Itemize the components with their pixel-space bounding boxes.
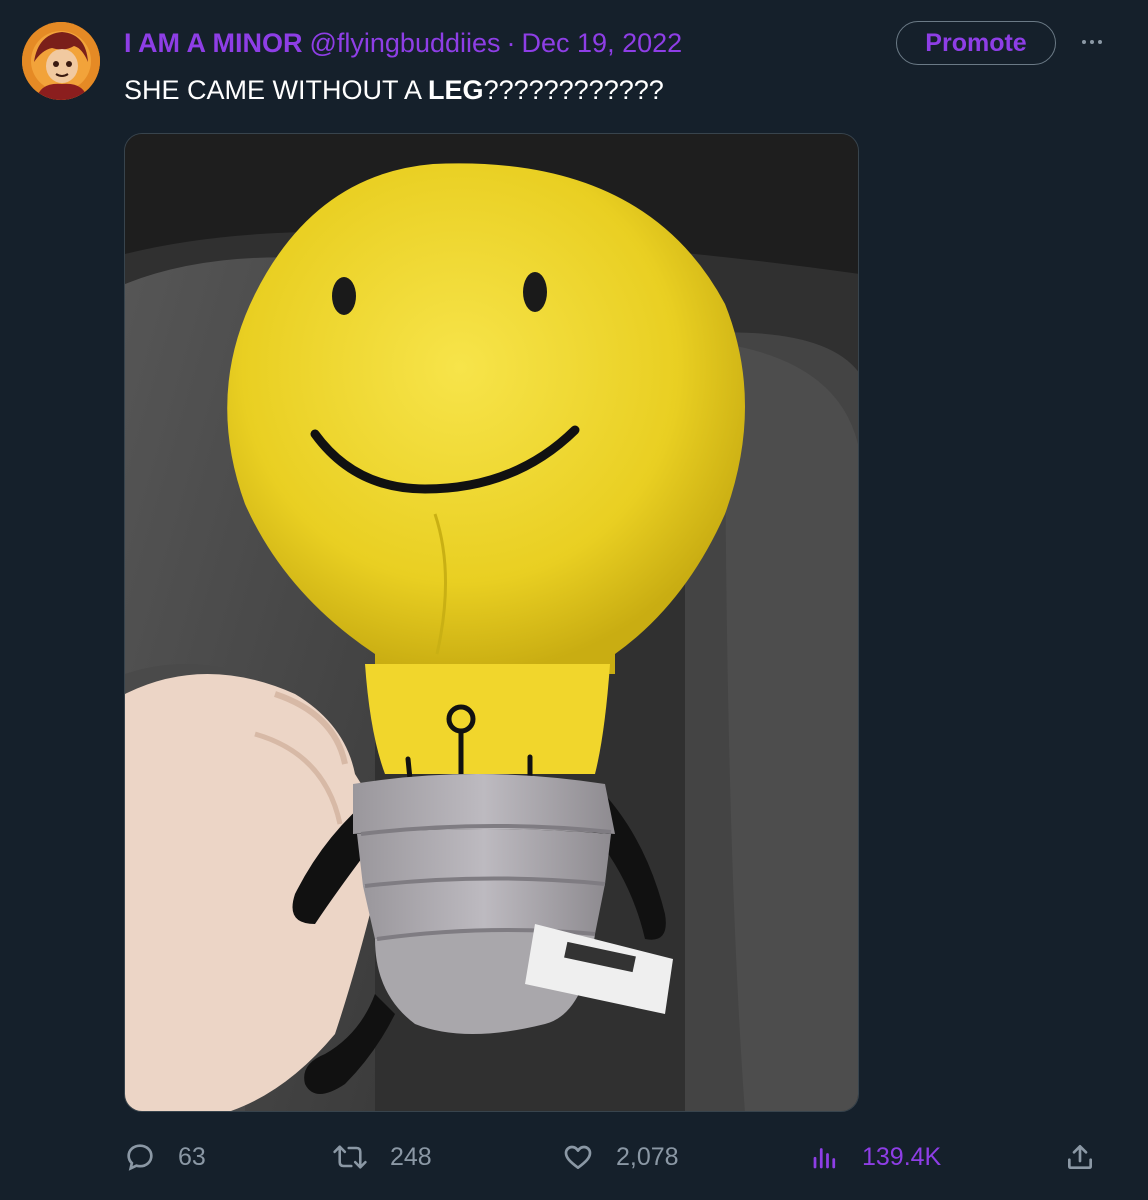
analytics-icon (810, 1141, 840, 1173)
share-icon (1064, 1141, 1096, 1173)
views-count: 139.4K (862, 1142, 942, 1171)
like-count: 2,078 (616, 1142, 679, 1171)
tweet-text-part: ???????????? (483, 75, 664, 105)
user-handle[interactable]: @flyingbuddiies (309, 26, 500, 60)
tweet-date[interactable]: Dec 19, 2022 (522, 26, 683, 60)
like-button[interactable]: 2,078 (562, 1134, 679, 1180)
avatar[interactable] (22, 22, 100, 100)
share-button[interactable] (1064, 1134, 1096, 1180)
more-icon[interactable] (1072, 24, 1112, 60)
action-bar: 63 248 2,078 139.4K (124, 1134, 1104, 1180)
reply-button[interactable]: 63 (124, 1134, 206, 1180)
tweet: I AM A MINOR @flyingbuddiies · Dec 19, 2… (0, 0, 1148, 1200)
retweet-button[interactable]: 248 (332, 1134, 432, 1180)
promote-button[interactable]: Promote (896, 21, 1056, 65)
tweet-header: I AM A MINOR @flyingbuddiies · Dec 19, 2… (124, 26, 682, 60)
tweet-text-part: SHE CAME WITHOUT A (124, 75, 429, 105)
tweet-photo[interactable] (124, 133, 859, 1112)
retweet-icon (332, 1141, 368, 1173)
tweet-text: SHE CAME WITHOUT A LEG???????????? (124, 72, 664, 108)
tweet-text-bold: LEG (428, 75, 484, 105)
reply-count: 63 (178, 1142, 206, 1171)
reply-icon (124, 1141, 156, 1173)
views-button[interactable]: 139.4K (810, 1134, 941, 1180)
display-name[interactable]: I AM A MINOR (124, 26, 302, 60)
heart-icon (562, 1141, 594, 1173)
retweet-count: 248 (390, 1142, 432, 1171)
separator-dot: · (506, 28, 516, 58)
